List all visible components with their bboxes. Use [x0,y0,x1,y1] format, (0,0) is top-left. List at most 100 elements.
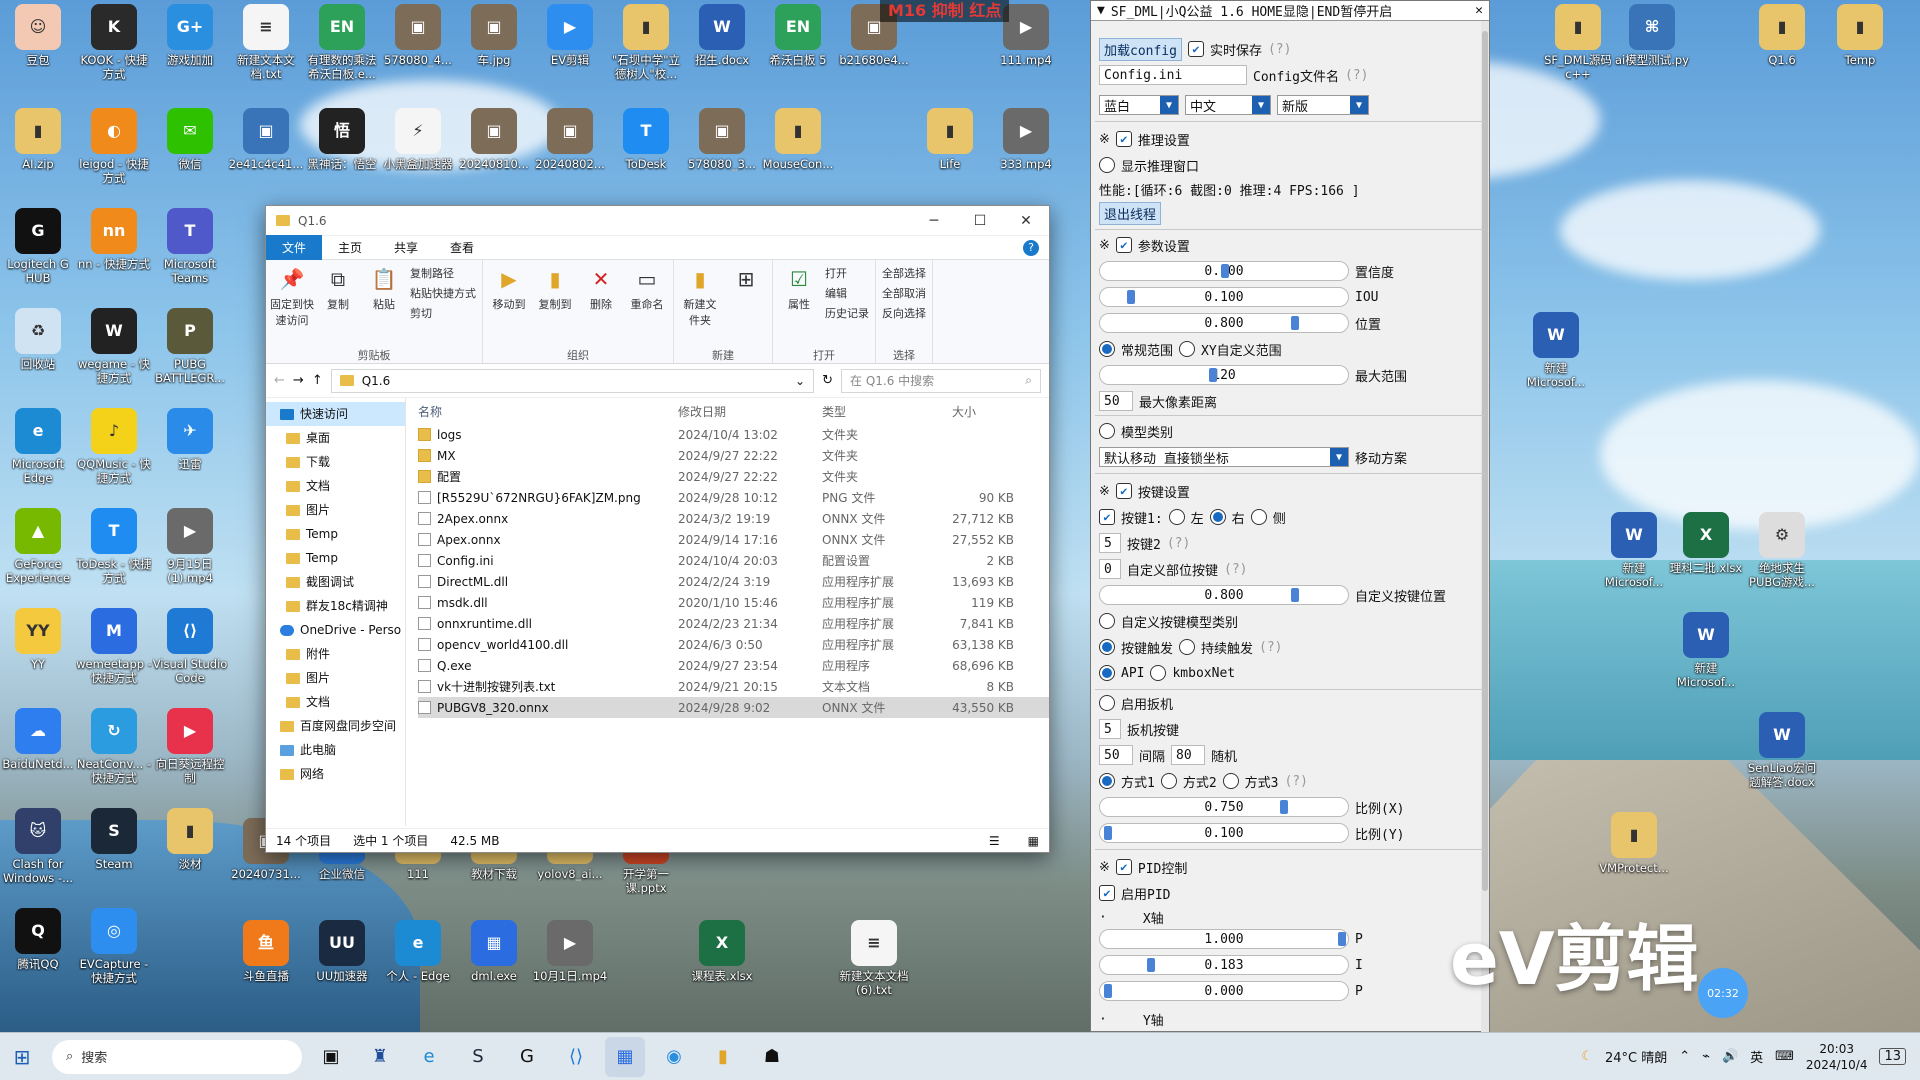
steam-icon[interactable]: S [458,1037,498,1077]
desktop-icon[interactable]: ▣ 2e41c4c41... [228,108,304,171]
new-folder-button[interactable]: ▮ 新建文件夹 [680,264,720,347]
nav-item[interactable]: Temp [266,546,405,570]
realtime-save-checkbox[interactable]: ✔ [1187,41,1204,57]
up-icon[interactable]: ↑ [312,373,323,388]
tab-view[interactable]: 查看 [434,235,490,260]
panel-titlebar[interactable]: ▼ SF_DML|小Q公益 1.6 HOME显隐|END暂停开启 ✕ [1091,1,1489,21]
desktop-icon[interactable]: ≡ 新建文本文档.txt [228,4,304,81]
explorer-titlebar[interactable]: Q1.6 ─ ☐ ✕ [266,206,1049,236]
active-app-icon[interactable]: ▦ [605,1036,645,1077]
pin-button[interactable]: 📌 固定到快速访问 [270,264,314,347]
network-icon[interactable]: ⌁ [1702,1049,1710,1064]
desktop-icon[interactable]: T ToDesk - 快捷方式 [76,508,152,585]
file-row[interactable]: logs 2024/10/4 13:02 文件夹 [418,424,1049,445]
pid-d-slider[interactable]: 0.000 [1099,981,1349,1001]
column-date[interactable]: 修改日期 [678,403,822,420]
column-name[interactable]: 名称 [418,403,678,420]
file-row[interactable]: [R5529U`672NRGU}6FAK]ZM.png 2024/9/28 10… [418,487,1049,508]
desktop-icon[interactable]: S Steam [76,808,152,871]
back-icon[interactable]: ← [274,373,285,388]
file-row[interactable]: opencv_world4100.dll 2024/6/3 0:50 应用程序扩… [418,634,1049,655]
desktop-icon[interactable]: ▮ Life [912,108,988,171]
desktop-icon[interactable]: Mwemeetapp - 快捷方式 [76,608,152,685]
edge-icon[interactable]: e [409,1037,449,1077]
desktop-icon[interactable]: ▶ 333.mp4 [988,108,1064,171]
desktop-icon[interactable]: ▶ EV剪辑 [532,4,608,67]
desktop-icon[interactable]: X 课程表.xlsx [684,920,760,983]
chevron-down-icon[interactable]: ⌄ [795,374,805,388]
key2-input[interactable]: 5 [1099,533,1121,553]
copy-to-button[interactable]: ▮ 复制到 [535,264,575,347]
keyboard-icon[interactable]: ⌨ [1775,1049,1794,1064]
desktop-icon[interactable]: ⚡ 小黑盒加速器 [380,108,456,171]
help-icon[interactable]: ? [1023,239,1039,256]
file-row[interactable]: Apex.onnx 2024/9/14 17:16 ONNX 文件 27,552… [418,529,1049,550]
nav-item[interactable]: 下载 [266,450,405,474]
nav-item[interactable]: 网络 [266,762,405,786]
max-pixel-distance-input[interactable]: 50 [1099,391,1133,411]
file-row[interactable]: msdk.dll 2020/1/10 15:46 应用程序扩展 119 KB [418,592,1049,613]
desktop-icon[interactable]: ♪ QQMusic - 快捷方式 [76,408,152,485]
desktop-icon[interactable]: X 理科二批.xlsx [1668,512,1744,575]
key-settings-checkbox[interactable]: ✔ [1115,483,1132,499]
desktop-icon[interactable]: ▮ "石坝中学"立德树人"校... [608,4,684,81]
interval-input[interactable]: 50 [1099,745,1133,765]
desktop-icon[interactable]: 🐱 Clash for Windows -... [0,808,76,885]
column-size[interactable]: 大小 [942,403,1014,420]
xy-range-radio[interactable] [1179,341,1196,357]
desktop-icon[interactable]: ▶ 向日葵远程控制 [152,708,228,785]
invert-selection-button[interactable]: 反向选择 [882,304,926,324]
desktop-icon[interactable]: W 新建Microsof... [1518,312,1594,389]
iou-slider[interactable]: 0.100 [1099,287,1349,307]
custom-part-key-input[interactable]: 0 [1099,559,1121,579]
nav-item[interactable]: Temp [266,522,405,546]
random-input[interactable]: 80 [1171,745,1206,765]
desktop-icon[interactable]: ▣ 578080_3... [684,108,760,171]
desktop-icon[interactable]: ▶ 10月1日.mp4 [532,920,608,983]
key1-checkbox[interactable]: ✔ [1099,509,1115,525]
nav-item[interactable]: 图片 [266,666,405,690]
weather-text[interactable]: 24°C 晴朗 [1605,1047,1667,1066]
nav-item[interactable]: 群友18c精调神 [266,594,405,618]
file-row[interactable]: vk十进制按键列表.txt 2024/9/21 20:15 文本文档 8 KB [418,676,1049,697]
desktop-icon[interactable]: W SenLiao宏问题解答.docx [1744,712,1820,789]
delete-button[interactable]: ✕ 删除 [581,264,621,347]
desktop-icon[interactable]: P PUBG BATTLEGR... [152,308,228,385]
ev-recording-timer[interactable]: 02:32 [1698,968,1748,1018]
nav-item[interactable]: 图片 [266,498,405,522]
exit-thread-button[interactable]: 退出线程 [1099,201,1162,225]
language-select[interactable]: 中文 ▼ [1185,95,1271,115]
desktop-icon[interactable]: ✉ 微信 [152,108,228,171]
nav-item[interactable]: 附件 [266,642,405,666]
select-all-button[interactable]: 全部选择 [882,264,926,284]
file-row[interactable]: onnxruntime.dll 2024/2/23 21:34 应用程序扩展 7… [418,613,1049,634]
open-button[interactable]: 打开 [825,264,869,284]
trigger-key-input[interactable]: 5 [1099,719,1121,739]
desktop-icon[interactable]: ▶ 9月15日(1).mp4 [152,508,228,585]
app-icon[interactable]: ♜ [360,1037,400,1077]
move-to-button[interactable]: ▶ 移动到 [489,264,529,347]
properties-button[interactable]: ☑ 属性 [779,264,819,347]
nav-item[interactable]: 截图调试 [266,570,405,594]
nav-item[interactable]: 百度网盘同步空间 [266,714,405,738]
hold-trigger-radio[interactable] [1179,639,1196,655]
tab-home[interactable]: 主页 [322,235,378,260]
desktop-icon[interactable]: e 个人 - Edge [380,920,456,983]
max-range-slider[interactable]: 120 [1099,365,1349,385]
desktop-icon[interactable]: ✈ 迅雷 [152,408,228,471]
clock[interactable]: 20:03 2024/10/4 [1806,1041,1868,1073]
load-config-button[interactable]: 加载config [1099,37,1182,61]
enable-trigger-radio[interactable] [1099,695,1115,711]
desktop-icon[interactable]: Wwegame - 快捷方式 [76,308,152,385]
address-bar[interactable]: Q1.6 ⌄ [330,368,815,393]
desktop-icon[interactable]: ⚙ 绝地求生PUBG游戏... [1744,512,1820,589]
desktop-icon[interactable]: ↻ NeatConv... - 快捷方式 [76,708,152,785]
nav-item[interactable]: 快速访问 [266,402,405,426]
tab-share[interactable]: 共享 [378,235,434,260]
new-item-button[interactable]: ⊞ [726,264,766,347]
desktop-icon[interactable]: nn nn - 快捷方式 [76,208,152,271]
desktop-icon[interactable]: W 新建Microsof... [1596,512,1672,589]
position-slider[interactable]: 0.800 [1099,313,1349,333]
chevron-up-icon[interactable]: ⌃ [1679,1049,1690,1064]
cut-button[interactable]: 剪切 [410,304,476,324]
